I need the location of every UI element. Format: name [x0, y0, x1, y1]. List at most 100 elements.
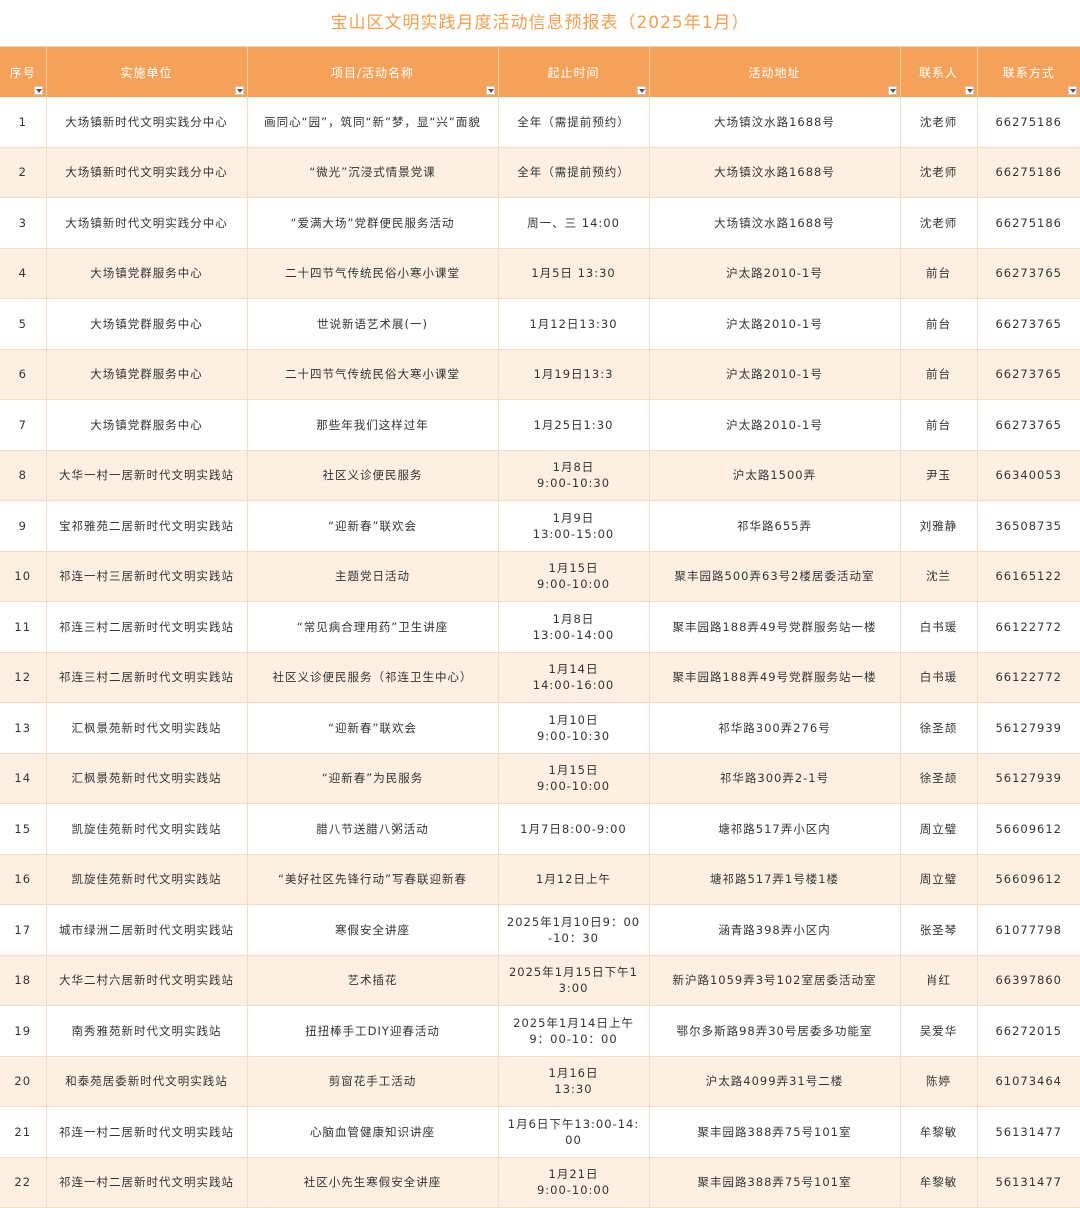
cell-organizer[interactable]: 祁连一村三居新时代文明实践站	[46, 551, 248, 602]
cell-index[interactable]: 11	[0, 601, 47, 653]
cell-organizer[interactable]: 和泰苑居委新时代文明实践站	[46, 1056, 248, 1107]
cell-index[interactable]: 6	[0, 349, 47, 400]
cell-index[interactable]: 5	[0, 298, 47, 350]
cell-activity-name[interactable]: 社区小先生寒假安全讲座	[247, 1157, 499, 1208]
cell-activity-name[interactable]: 那些年我们这样过年	[247, 399, 499, 451]
cell-contact-person[interactable]: 陈婷	[900, 1056, 978, 1107]
cell-contact-person[interactable]: 吴爱华	[900, 1005, 978, 1057]
cell-contact-person[interactable]: 沈老师	[900, 97, 978, 148]
cell-organizer[interactable]: 汇枫景苑新时代文明实践站	[46, 753, 248, 804]
column-header-index[interactable]: 序号	[0, 47, 47, 97]
cell-address[interactable]: 沪太路2010-1号	[649, 349, 901, 400]
cell-contact-person[interactable]: 牟黎敏	[900, 1157, 978, 1208]
cell-activity-name[interactable]: “常见病合理用药”卫生讲座	[247, 601, 499, 653]
cell-contact-person[interactable]: 白书瑗	[900, 652, 978, 703]
cell-time[interactable]: 1月7日8:00-9:00	[498, 803, 650, 855]
cell-activity-name[interactable]: 剪窗花手工活动	[247, 1056, 499, 1107]
cell-address[interactable]: 涵青路398弄小区内	[649, 904, 901, 956]
cell-time[interactable]: 1月15日 9:00-10:00	[498, 753, 650, 804]
cell-contact-phone[interactable]: 66122772	[977, 601, 1080, 653]
cell-contact-person[interactable]: 沈兰	[900, 551, 978, 602]
cell-activity-name[interactable]: “爱满大场”党群便民服务活动	[247, 197, 499, 249]
cell-time[interactable]: 全年（需提前预约）	[498, 97, 650, 148]
cell-contact-phone[interactable]: 66273765	[977, 349, 1080, 400]
cell-contact-person[interactable]: 张圣琴	[900, 904, 978, 956]
cell-time[interactable]: 1月14日 14:00-16:00	[498, 652, 650, 703]
column-header-activity-name[interactable]: 项目/活动名称	[247, 47, 499, 97]
cell-activity-name[interactable]: “迎新春”为民服务	[247, 753, 499, 804]
cell-contact-person[interactable]: 沈老师	[900, 197, 978, 249]
cell-index[interactable]: 4	[0, 248, 47, 299]
filter-dropdown-icon[interactable]	[1068, 86, 1077, 95]
cell-contact-person[interactable]: 尹玉	[900, 450, 978, 501]
filter-dropdown-icon[interactable]	[33, 86, 43, 95]
column-header-contact-person[interactable]: 联系人	[900, 47, 978, 97]
cell-time[interactable]: 2025年1月14日上午9：00-10：00	[498, 1005, 650, 1057]
cell-contact-person[interactable]: 徐圣颉	[900, 753, 978, 804]
cell-organizer[interactable]: 大场镇新时代文明实践分中心	[46, 147, 248, 198]
cell-index[interactable]: 14	[0, 753, 47, 804]
cell-activity-name[interactable]: “迎新春”联欢会	[247, 500, 499, 552]
cell-contact-person[interactable]: 沈老师	[900, 147, 978, 198]
cell-organizer[interactable]: 大场镇党群服务中心	[46, 349, 248, 400]
cell-address[interactable]: 沪太路2010-1号	[649, 248, 901, 299]
cell-contact-phone[interactable]: 66273765	[977, 248, 1080, 299]
cell-time[interactable]: 1月16日 13:30	[498, 1056, 650, 1107]
cell-contact-phone[interactable]: 66273765	[977, 298, 1080, 350]
cell-activity-name[interactable]: 二十四节气传统民俗大寒小课堂	[247, 349, 499, 400]
cell-index[interactable]: 13	[0, 702, 47, 754]
cell-index[interactable]: 18	[0, 955, 47, 1006]
filter-dropdown-icon[interactable]	[234, 86, 244, 95]
cell-activity-name[interactable]: 社区义诊便民服务（祁连卫生中心）	[247, 652, 499, 703]
cell-contact-person[interactable]: 前台	[900, 349, 978, 400]
cell-activity-name[interactable]: 艺术插花	[247, 955, 499, 1006]
cell-time[interactable]: 1月8日 9:00-10:30	[498, 450, 650, 501]
cell-time[interactable]: 1月15日 9:00-10:00	[498, 551, 650, 602]
cell-contact-phone[interactable]: 66275186	[977, 147, 1080, 198]
cell-address[interactable]: 聚丰园路388弄75号101室	[649, 1106, 901, 1158]
cell-activity-name[interactable]: 寒假安全讲座	[247, 904, 499, 956]
cell-contact-phone[interactable]: 61077798	[977, 904, 1080, 956]
cell-activity-name[interactable]: 心脑血管健康知识讲座	[247, 1106, 499, 1158]
cell-contact-phone[interactable]: 56127939	[977, 753, 1080, 804]
cell-activity-name[interactable]: 社区义诊便民服务	[247, 450, 499, 501]
cell-address[interactable]: 大场镇汶水路1688号	[649, 97, 901, 148]
cell-organizer[interactable]: 大场镇党群服务中心	[46, 399, 248, 451]
cell-time[interactable]: 1月25日1:30	[498, 399, 650, 451]
cell-address[interactable]: 沪太路2010-1号	[649, 399, 901, 451]
cell-time[interactable]: 1月21日 9:00-10:00	[498, 1157, 650, 1208]
cell-index[interactable]: 8	[0, 450, 47, 501]
cell-contact-phone[interactable]: 66273765	[977, 399, 1080, 451]
cell-organizer[interactable]: 南秀雅苑新时代文明实践站	[46, 1005, 248, 1057]
cell-contact-phone[interactable]: 56609612	[977, 803, 1080, 855]
cell-time[interactable]: 1月5日 13:30	[498, 248, 650, 299]
cell-index[interactable]: 2	[0, 147, 47, 198]
cell-index[interactable]: 22	[0, 1157, 47, 1208]
cell-address[interactable]: 祁华路300弄276号	[649, 702, 901, 754]
filter-dropdown-icon[interactable]	[636, 86, 646, 95]
cell-time[interactable]: 2025年1月10日9：00-10：30	[498, 904, 650, 956]
cell-contact-phone[interactable]: 66275186	[977, 97, 1080, 148]
column-header-contact-phone[interactable]: 联系方式	[977, 47, 1080, 97]
cell-organizer[interactable]: 祁连一村二居新时代文明实践站	[46, 1157, 248, 1208]
cell-address[interactable]: 聚丰园路188弄49号党群服务站一楼	[649, 601, 901, 653]
cell-contact-phone[interactable]: 56131477	[977, 1157, 1080, 1208]
cell-contact-phone[interactable]: 66340053	[977, 450, 1080, 501]
cell-time[interactable]: 1月10日 9:00-10:30	[498, 702, 650, 754]
cell-address[interactable]: 大场镇汶水路1688号	[649, 147, 901, 198]
cell-time[interactable]: 周一、三 14:00	[498, 197, 650, 249]
cell-contact-phone[interactable]: 66272015	[977, 1005, 1080, 1057]
cell-address[interactable]: 鄂尔多斯路98弄30号居委多功能室	[649, 1005, 901, 1057]
cell-contact-person[interactable]: 牟黎敏	[900, 1106, 978, 1158]
cell-activity-name[interactable]: 二十四节气传统民俗小寒小课堂	[247, 248, 499, 299]
cell-address[interactable]: 塘祁路517弄1号楼1楼	[649, 854, 901, 905]
cell-contact-phone[interactable]: 61073464	[977, 1056, 1080, 1107]
cell-organizer[interactable]: 大场镇新时代文明实践分中心	[46, 197, 248, 249]
cell-contact-phone[interactable]: 56127939	[977, 702, 1080, 754]
cell-organizer[interactable]: 大华一村一居新时代文明实践站	[46, 450, 248, 501]
cell-address[interactable]: 聚丰园路188弄49号党群服务站一楼	[649, 652, 901, 703]
column-header-time[interactable]: 起止时间	[498, 47, 650, 97]
cell-organizer[interactable]: 凯旋佳苑新时代文明实践站	[46, 854, 248, 905]
cell-address[interactable]: 沪太路1500弄	[649, 450, 901, 501]
cell-index[interactable]: 21	[0, 1106, 47, 1158]
